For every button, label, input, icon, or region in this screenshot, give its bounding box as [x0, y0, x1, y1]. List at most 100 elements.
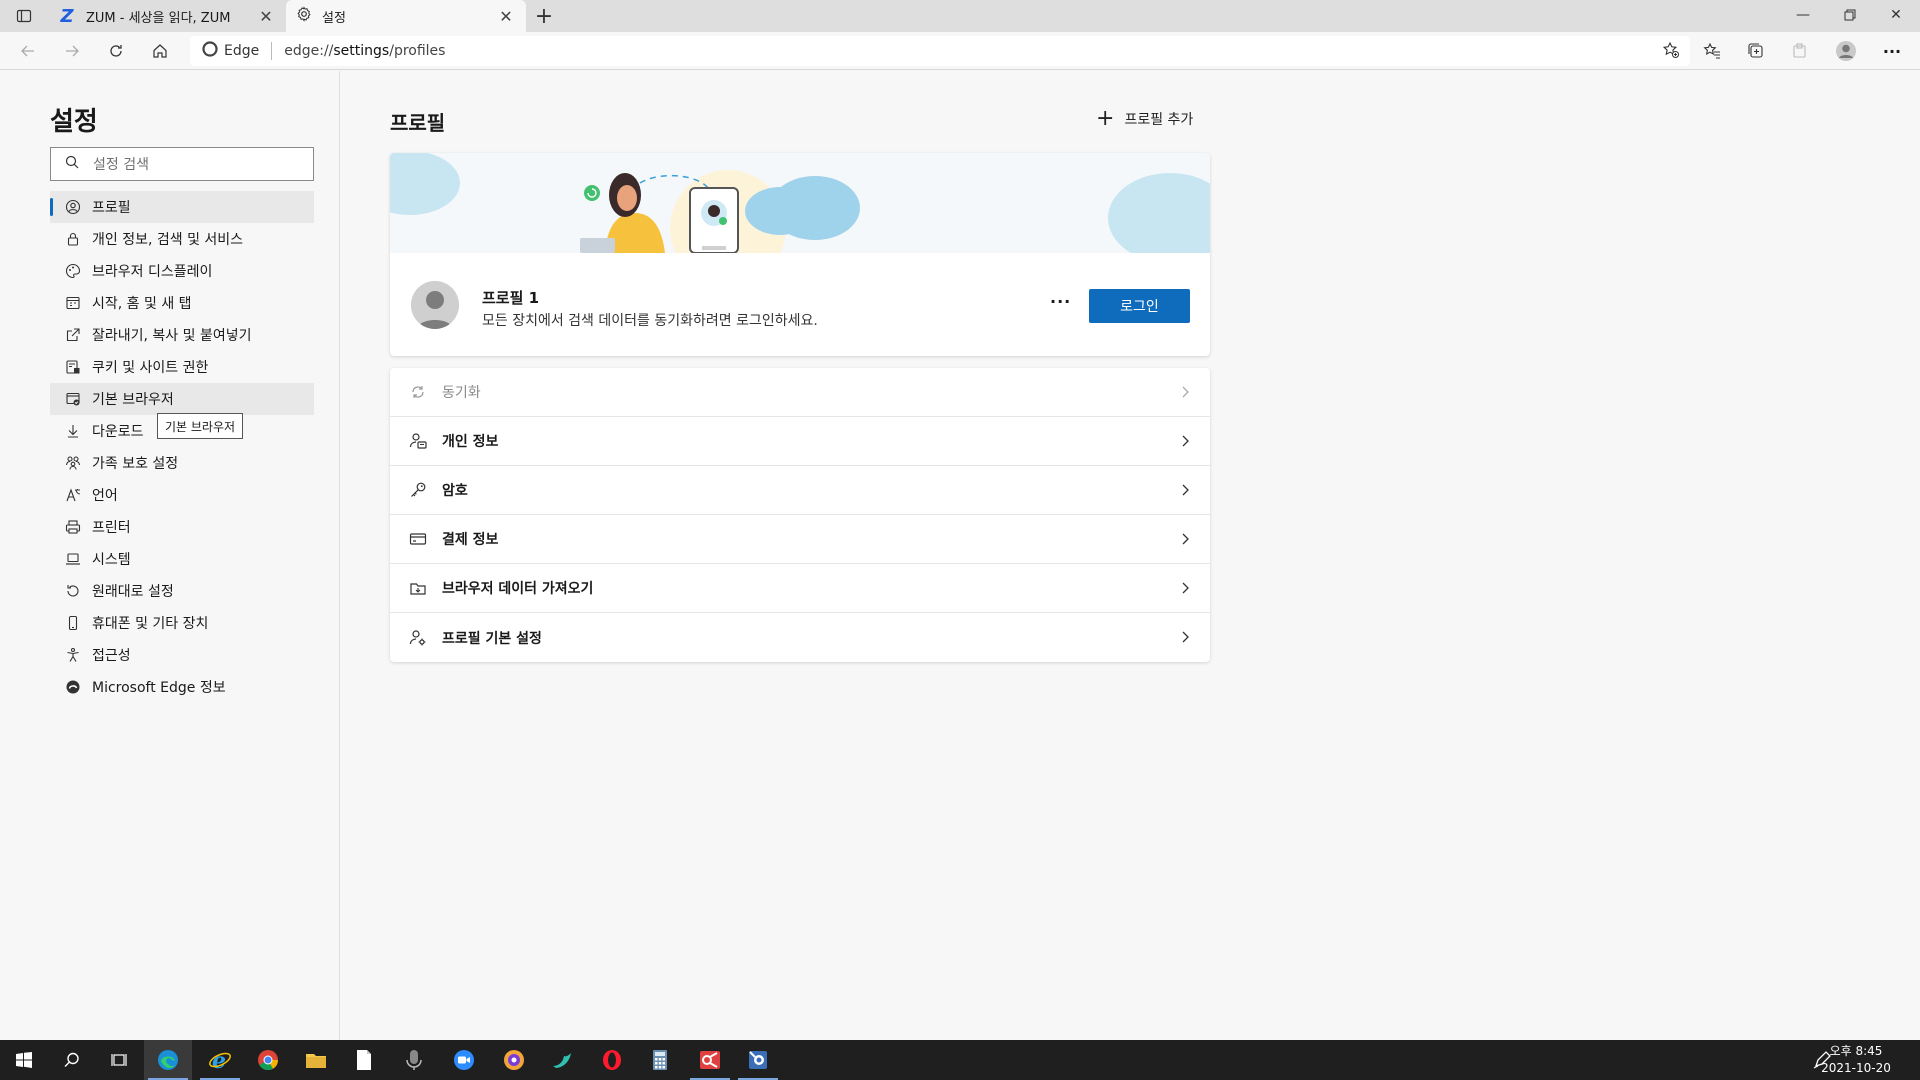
- profile-avatar-icon[interactable]: [1830, 37, 1862, 65]
- chevron-right-icon: [1182, 484, 1189, 496]
- sidebar-item-appearance[interactable]: 브라우저 디스플레이: [50, 255, 314, 287]
- site-info[interactable]: Edge: [190, 41, 259, 61]
- tab-zum[interactable]: Z ZUM - 세상을 읽다, ZUM ✕: [48, 0, 286, 32]
- back-icon[interactable]: [14, 37, 42, 65]
- taskbar-zoom-icon[interactable]: [440, 1040, 488, 1080]
- row-personal-info[interactable]: 개인 정보: [390, 417, 1210, 466]
- sidebar-item-cookies[interactable]: 쿠키 및 사이트 권한: [50, 351, 314, 383]
- close-icon[interactable]: ✕: [496, 6, 516, 26]
- login-button[interactable]: 로그인: [1089, 289, 1190, 323]
- sync-icon: [408, 382, 428, 402]
- profile-settings-list: 동기화 개인 정보 암호 결제 정보 브라우저 데이터 가져오기 프로필 기본 …: [390, 368, 1210, 662]
- row-payment-info[interactable]: 결제 정보: [390, 515, 1210, 564]
- more-options-icon[interactable]: ···: [1876, 37, 1908, 65]
- settings-search-input[interactable]: 설정 검색: [50, 147, 314, 181]
- lock-icon: [64, 230, 82, 248]
- home-icon[interactable]: [146, 37, 174, 65]
- sidebar-item-family[interactable]: 가족 보호 설정: [50, 447, 314, 479]
- sidebar-item-about[interactable]: Microsoft Edge 정보: [50, 671, 314, 703]
- windows-start-icon[interactable]: [0, 1040, 48, 1080]
- sidebar-item-label: 휴대폰 및 기타 장치: [92, 616, 209, 632]
- taskbar-mic-icon[interactable]: [390, 1040, 438, 1080]
- sidebar-item-label: Microsoft Edge 정보: [92, 680, 226, 696]
- tab-actions-icon[interactable]: [10, 5, 38, 27]
- profile-card: 프로필 1 모든 장치에서 검색 데이터를 동기화하려면 로그인하세요. ···…: [390, 153, 1210, 356]
- minimize-icon[interactable]: —: [1780, 0, 1826, 30]
- sidebar-item-accessibility[interactable]: 접근성: [50, 639, 314, 671]
- favorites-icon[interactable]: [1696, 37, 1728, 65]
- sidebar-item-start-home[interactable]: 시작, 홈 및 새 탭: [50, 287, 314, 319]
- laptop-icon: [64, 550, 82, 568]
- search-icon[interactable]: [48, 1040, 96, 1080]
- sidebar-item-label: 쿠키 및 사이트 권한: [92, 360, 209, 376]
- row-label: 암호: [442, 483, 468, 499]
- windows-taskbar: e 오후 8:45 2021-10-20: [0, 1040, 1920, 1080]
- extensions-icon[interactable]: [1784, 37, 1816, 65]
- refresh-icon[interactable]: [102, 37, 130, 65]
- personal-info-icon: [408, 431, 428, 451]
- sidebar-nav: 프로필 개인 정보, 검색 및 서비스 브라우저 디스플레이 시작, 홈 및 새…: [50, 191, 314, 703]
- row-import-data[interactable]: 브라우저 데이터 가져오기: [390, 564, 1210, 613]
- chevron-right-icon: [1182, 435, 1189, 447]
- task-view-icon[interactable]: [96, 1040, 144, 1080]
- reset-icon: [64, 582, 82, 600]
- taskbar-opera-icon[interactable]: [588, 1040, 636, 1080]
- sidebar-item-printers[interactable]: 프린터: [50, 511, 314, 543]
- download-icon: [64, 422, 82, 440]
- sidebar-item-profile[interactable]: 프로필: [50, 191, 314, 223]
- site-label: Edge: [224, 43, 260, 59]
- taskbar-notepad-icon[interactable]: [340, 1040, 388, 1080]
- profile-description: 모든 장치에서 검색 데이터를 동기화하려면 로그인하세요.: [482, 313, 818, 329]
- sidebar-item-reset[interactable]: 원래대로 설정: [50, 575, 314, 607]
- new-tab-button[interactable]: +: [532, 4, 556, 29]
- sidebar-title: 설정: [50, 107, 98, 137]
- key-icon: [408, 480, 428, 500]
- taskbar-capture-tool-icon[interactable]: [734, 1040, 782, 1080]
- sidebar-item-language[interactable]: 언어: [50, 479, 314, 511]
- sidebar-item-share-copy[interactable]: 잘라내기, 복사 및 붙여넣기: [50, 319, 314, 351]
- row-sync[interactable]: 동기화: [390, 368, 1210, 417]
- tab-title: ZUM - 세상을 읽다, ZUM: [86, 10, 231, 26]
- forward-icon[interactable]: [58, 37, 86, 65]
- close-icon[interactable]: ✕: [256, 6, 276, 26]
- taskbar-whale-icon[interactable]: [490, 1040, 538, 1080]
- address-bar[interactable]: Edge edge://settings/profiles: [190, 36, 1690, 66]
- window-close-icon[interactable]: ✕: [1873, 0, 1919, 30]
- sidebar-item-privacy[interactable]: 개인 정보, 검색 및 서비스: [50, 223, 314, 255]
- sidebar-item-label: 브라우저 디스플레이: [92, 264, 213, 280]
- taskbar-snipping-icon[interactable]: [686, 1040, 734, 1080]
- profile-name: 프로필 1: [482, 289, 540, 307]
- taskbar-calculator-icon[interactable]: [636, 1040, 684, 1080]
- sidebar-item-phone[interactable]: 휴대폰 및 기타 장치: [50, 607, 314, 639]
- browser-toolbar: Edge edge://settings/profiles ···: [0, 32, 1920, 70]
- taskbar-chrome-icon[interactable]: [244, 1040, 292, 1080]
- tab-strip: Z ZUM - 세상을 읽다, ZUM ✕ 설정 ✕ + — ✕: [0, 0, 1920, 32]
- taskbar-ie-icon[interactable]: e: [196, 1040, 244, 1080]
- taskbar-edge-icon[interactable]: [144, 1040, 192, 1080]
- palette-icon: [64, 262, 82, 280]
- page-title: 프로필: [390, 111, 446, 135]
- sidebar-item-default-browser[interactable]: 기본 브라우저: [50, 383, 314, 415]
- tab-title: 설정: [322, 10, 346, 26]
- more-options-button[interactable]: ···: [1050, 292, 1071, 311]
- tooltip: 기본 브라우저: [157, 413, 244, 439]
- tab-settings[interactable]: 설정 ✕: [286, 0, 526, 32]
- edge-icon: [64, 678, 82, 696]
- url-text[interactable]: edge://settings/profiles: [284, 43, 445, 59]
- taskbar-clock[interactable]: 오후 8:45 2021-10-20: [1816, 1043, 1896, 1077]
- sidebar-item-label: 프린터: [92, 520, 131, 536]
- sidebar-item-label: 시작, 홈 및 새 탭: [92, 296, 192, 312]
- collections-icon[interactable]: [1740, 37, 1772, 65]
- url-suffix: /profiles: [389, 43, 446, 59]
- import-icon: [408, 578, 428, 598]
- row-passwords[interactable]: 암호: [390, 466, 1210, 515]
- restore-icon[interactable]: [1827, 0, 1873, 30]
- row-profile-preferences[interactable]: 프로필 기본 설정: [390, 613, 1210, 662]
- gear-icon: [296, 6, 312, 26]
- add-favorite-icon[interactable]: [1662, 41, 1682, 61]
- sidebar-item-label: 시스템: [92, 552, 131, 568]
- taskbar-bird-app-icon[interactable]: [538, 1040, 586, 1080]
- add-profile-button[interactable]: + 프로필 추가: [1096, 108, 1193, 130]
- taskbar-explorer-icon[interactable]: [292, 1040, 340, 1080]
- sidebar-item-system[interactable]: 시스템: [50, 543, 314, 575]
